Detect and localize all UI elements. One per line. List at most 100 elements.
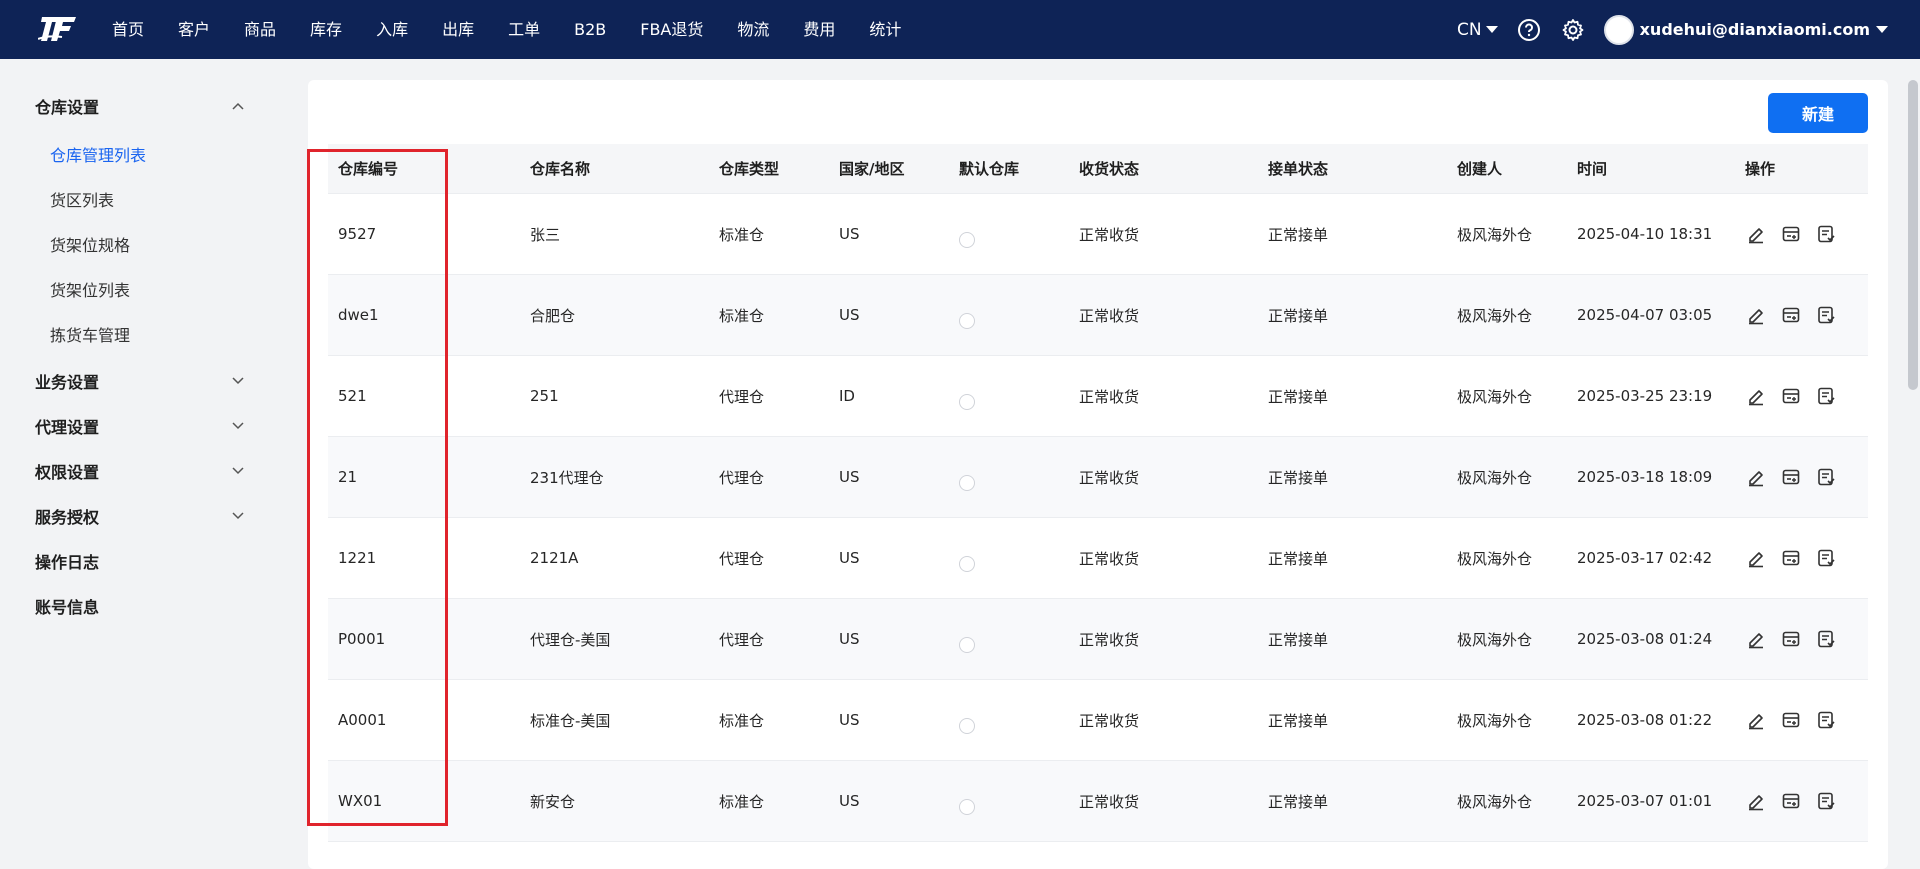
default-warehouse-radio[interactable] bbox=[959, 475, 975, 491]
edit-icon[interactable] bbox=[1745, 791, 1766, 812]
sidebar-item-picking-cart[interactable]: 拣货车管理 bbox=[50, 324, 130, 348]
sidebar-item-account-info[interactable]: 账号信息 bbox=[35, 594, 245, 618]
default-warehouse-radio[interactable] bbox=[959, 799, 975, 815]
sidebar-group-agent-settings[interactable]: 代理设置 bbox=[35, 414, 245, 438]
edit-icon[interactable] bbox=[1745, 710, 1766, 731]
cell-order-status: 正常接单 bbox=[1268, 549, 1329, 568]
cell-receiving-status: 正常收货 bbox=[1079, 792, 1140, 811]
header-warehouse-type: 仓库类型 bbox=[719, 160, 780, 178]
default-warehouse-radio[interactable] bbox=[959, 637, 975, 653]
edit-icon[interactable] bbox=[1745, 629, 1766, 650]
log-icon[interactable] bbox=[1815, 386, 1836, 407]
menu-home[interactable]: 首页 bbox=[93, 0, 161, 59]
menu-outbound[interactable]: 出库 bbox=[425, 0, 491, 59]
caret-down-icon bbox=[1876, 26, 1888, 33]
header-creator: 创建人 bbox=[1457, 160, 1503, 178]
default-warehouse-radio[interactable] bbox=[959, 313, 975, 329]
log-icon[interactable] bbox=[1815, 629, 1836, 650]
sidebar-group-business-settings[interactable]: 业务设置 bbox=[35, 369, 245, 393]
default-warehouse-radio[interactable] bbox=[959, 232, 975, 248]
default-warehouse-radio[interactable] bbox=[959, 556, 975, 572]
header-receiving-status: 收货状态 bbox=[1079, 160, 1140, 178]
cell-creator: 极风海外仓 bbox=[1457, 225, 1533, 244]
cell-country: US bbox=[839, 792, 860, 810]
table-row: 1221 2121A 代理仓 US 正常收货 正常接单 极风海外仓 2025-03-17 02… bbox=[328, 518, 1868, 599]
menu-inbound[interactable]: 入库 bbox=[359, 0, 425, 59]
chevron-down-icon bbox=[231, 374, 245, 388]
log-icon[interactable] bbox=[1815, 548, 1836, 569]
cell-warehouse-code: P0001 bbox=[338, 630, 386, 648]
sidebar-group-service-auth[interactable]: 服务授权 bbox=[35, 504, 245, 528]
main-card: 新建 仓库编号 仓库名称 仓库类型 国家/地区 默认仓库 收货状态 接单状态 创… bbox=[308, 80, 1888, 869]
default-warehouse-radio[interactable] bbox=[959, 394, 975, 410]
cell-country: US bbox=[839, 549, 860, 567]
edit-icon[interactable] bbox=[1745, 548, 1766, 569]
edit-icon[interactable] bbox=[1745, 467, 1766, 488]
menu-product[interactable]: 商品 bbox=[227, 0, 293, 59]
log-icon[interactable] bbox=[1815, 467, 1836, 488]
help-icon[interactable] bbox=[1516, 17, 1542, 43]
sidebar-item-shelf-spec[interactable]: 货架位规格 bbox=[50, 234, 130, 258]
menu-b2b[interactable]: B2B bbox=[557, 0, 623, 59]
chevron-down-icon bbox=[231, 509, 245, 523]
menu-workorder[interactable]: 工单 bbox=[491, 0, 557, 59]
warehouse-settings-icon[interactable] bbox=[1780, 710, 1801, 731]
cell-warehouse-code: 21 bbox=[338, 468, 358, 486]
menu-fba-return[interactable]: FBA退货 bbox=[623, 0, 720, 59]
edit-icon[interactable] bbox=[1745, 386, 1766, 407]
sidebar-item-zone-list[interactable]: 货区列表 bbox=[50, 189, 114, 213]
edit-icon[interactable] bbox=[1745, 224, 1766, 245]
cell-actions bbox=[1735, 710, 1868, 731]
default-warehouse-radio[interactable] bbox=[959, 718, 975, 734]
header-time: 时间 bbox=[1577, 160, 1608, 178]
log-icon[interactable] bbox=[1815, 791, 1836, 812]
log-icon[interactable] bbox=[1815, 305, 1836, 326]
menu-fees[interactable]: 费用 bbox=[786, 0, 852, 59]
log-icon[interactable] bbox=[1815, 224, 1836, 245]
table-row: 9527 张三 标准仓 US 正常收货 正常接单 极风海外仓 2025-04-10 18:31 bbox=[328, 194, 1868, 275]
sidebar-group-warehouse-settings[interactable]: 仓库设置 bbox=[35, 94, 245, 118]
warehouse-settings-icon[interactable] bbox=[1780, 305, 1801, 326]
edit-icon[interactable] bbox=[1745, 305, 1766, 326]
warehouse-settings-icon[interactable] bbox=[1780, 791, 1801, 812]
menu-statistics[interactable]: 统计 bbox=[852, 0, 918, 59]
cell-order-status: 正常接单 bbox=[1268, 225, 1329, 244]
caret-down-icon bbox=[1485, 26, 1498, 33]
cell-country: US bbox=[839, 225, 860, 243]
cell-receiving-status: 正常收货 bbox=[1079, 306, 1140, 325]
menu-inventory[interactable]: 库存 bbox=[293, 0, 359, 59]
sidebar-item-operation-log[interactable]: 操作日志 bbox=[35, 549, 245, 573]
warehouse-settings-icon[interactable] bbox=[1780, 629, 1801, 650]
logo-icon[interactable] bbox=[37, 13, 78, 45]
sidebar-item-shelf-list[interactable]: 货架位列表 bbox=[50, 279, 130, 303]
menu-logistics[interactable]: 物流 bbox=[720, 0, 786, 59]
menu-customer[interactable]: 客户 bbox=[161, 0, 227, 59]
sidebar-group-label: 仓库设置 bbox=[35, 98, 100, 117]
sidebar-group-permission-settings[interactable]: 权限设置 bbox=[35, 459, 245, 483]
cell-creator: 极风海外仓 bbox=[1457, 306, 1533, 325]
cell-country: US bbox=[839, 630, 860, 648]
table-row: 21 231代理仓 代理仓 US 正常收货 正常接单 极风海外仓 2025-03-18 18:… bbox=[328, 437, 1868, 518]
language-selector[interactable]: CN bbox=[1457, 20, 1498, 40]
cell-time: 2025-04-07 03:05 bbox=[1577, 306, 1713, 324]
cell-country: US bbox=[839, 711, 860, 729]
cell-default-warehouse bbox=[949, 459, 1069, 495]
user-menu[interactable]: xudehui@dianxiaomi.com bbox=[1603, 14, 1888, 45]
cell-creator: 极风海外仓 bbox=[1457, 387, 1533, 406]
sidebar-item-warehouse-list[interactable]: 仓库管理列表 bbox=[50, 144, 146, 168]
warehouse-settings-icon[interactable] bbox=[1780, 548, 1801, 569]
log-icon[interactable] bbox=[1815, 710, 1836, 731]
cell-warehouse-type: 标准仓 bbox=[719, 711, 765, 730]
cell-warehouse-name: 2121A bbox=[530, 549, 579, 567]
warehouse-settings-icon[interactable] bbox=[1780, 224, 1801, 245]
cell-default-warehouse bbox=[949, 702, 1069, 738]
cell-actions bbox=[1735, 467, 1868, 488]
scrollbar-thumb[interactable] bbox=[1908, 80, 1918, 390]
warehouse-settings-icon[interactable] bbox=[1780, 467, 1801, 488]
table-row: A0001 标准仓-美国 标准仓 US 正常收货 正常接单 极风海外仓 2025-03-08 … bbox=[328, 680, 1868, 761]
gear-icon[interactable] bbox=[1560, 17, 1586, 43]
cell-time: 2025-03-17 02:42 bbox=[1577, 549, 1713, 567]
new-button[interactable]: 新建 bbox=[1768, 93, 1868, 133]
warehouse-settings-icon[interactable] bbox=[1780, 386, 1801, 407]
cell-warehouse-code: 9527 bbox=[338, 225, 377, 243]
